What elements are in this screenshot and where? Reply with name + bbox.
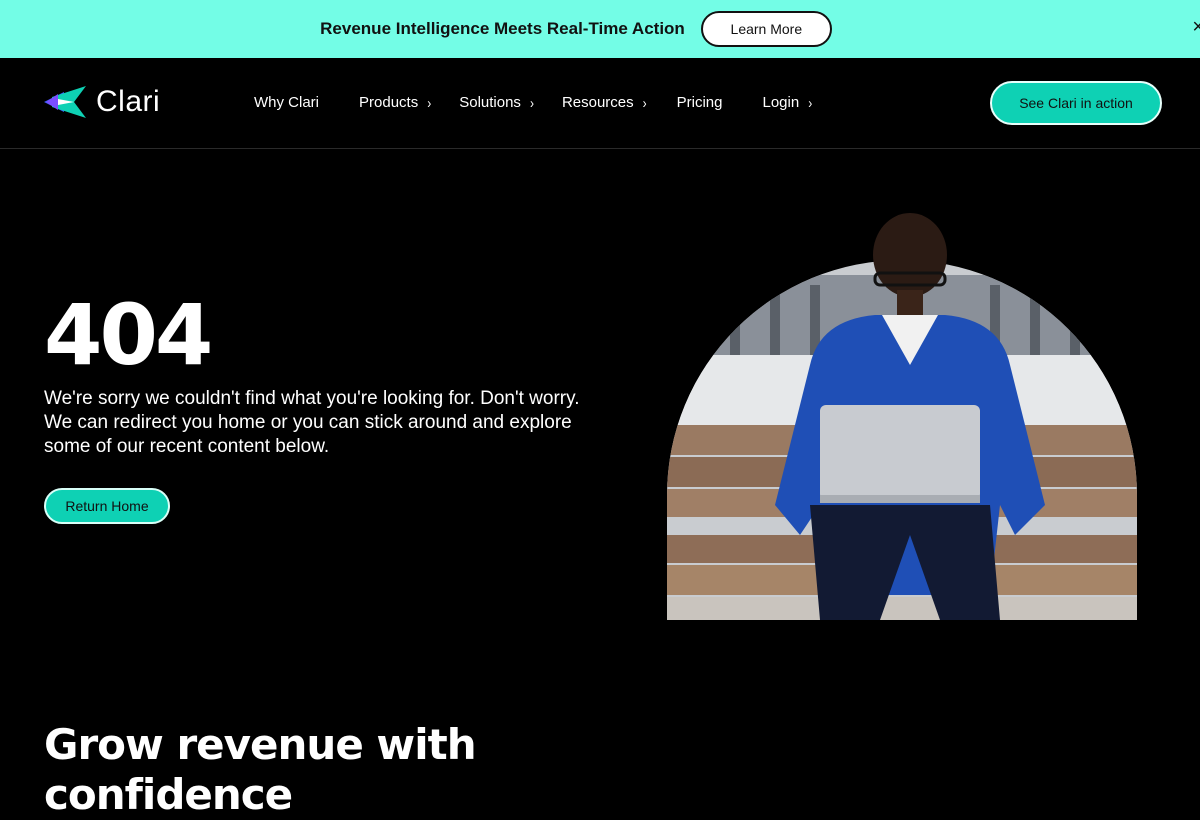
see-clari-in-action-button[interactable]: See Clari in action — [990, 81, 1162, 125]
clari-logo[interactable]: Clari — [44, 84, 160, 120]
learn-more-button[interactable]: Learn More — [700, 11, 832, 47]
chevron-right-icon: › — [529, 94, 534, 111]
brand-name: Clari — [96, 85, 161, 118]
main-navigation: Clari Why Clari Products › Solutions › R… — [0, 58, 1200, 149]
man-with-laptop-photo — [667, 213, 1137, 621]
nav-item-solutions[interactable]: Solutions › — [459, 94, 534, 111]
nav-item-resources[interactable]: Resources › — [562, 94, 647, 111]
chevron-right-icon: › — [642, 94, 647, 111]
close-icon[interactable]: × — [1192, 16, 1200, 38]
nav-item-label: Why Clari — [254, 94, 320, 111]
error-code-heading: 404 — [44, 286, 213, 384]
nav-item-why-clari[interactable]: Why Clari — [254, 94, 319, 111]
nav-item-pricing[interactable]: Pricing — [677, 94, 723, 111]
nav-item-login[interactable]: Login › — [763, 94, 813, 111]
nav-links: Why Clari Products › Solutions › Resourc… — [254, 94, 812, 111]
chevron-right-icon: › — [427, 94, 432, 111]
nav-item-label: Login — [762, 94, 800, 111]
announcement-bar: Revenue Intelligence Meets Real-Time Act… — [0, 0, 1200, 58]
clari-logo-icon — [44, 86, 86, 118]
nav-item-label: Pricing — [676, 94, 723, 111]
section-heading: Grow revenue with confidence — [44, 720, 477, 819]
nav-item-label: Solutions — [459, 94, 521, 111]
return-home-button[interactable]: Return Home — [44, 488, 170, 524]
nav-item-label: Resources — [561, 94, 634, 111]
nav-item-label: Products — [359, 94, 419, 111]
chevron-right-icon: › — [808, 94, 813, 111]
announcement-text: Revenue Intelligence Meets Real-Time Act… — [320, 19, 685, 38]
error-message: We're sorry we couldn't find what you're… — [44, 388, 580, 457]
nav-item-products[interactable]: Products › — [359, 94, 431, 111]
